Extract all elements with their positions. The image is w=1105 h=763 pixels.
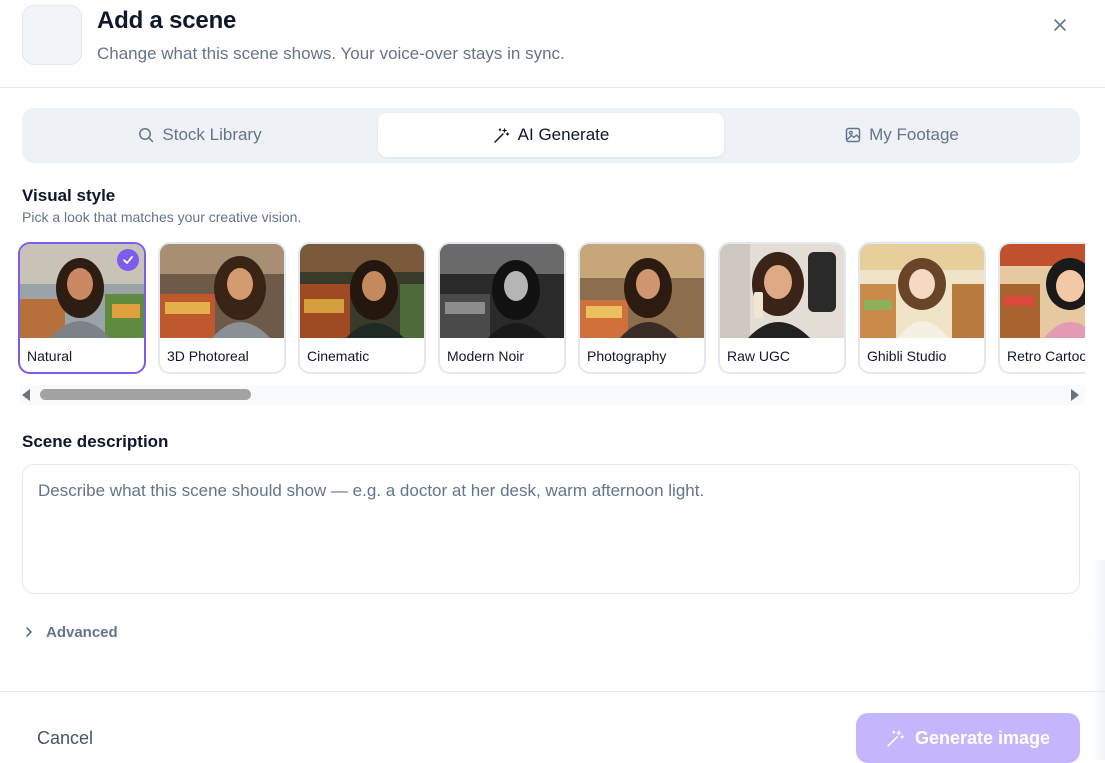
style-card-3d-photoreal[interactable]: 3D Photoreal — [158, 242, 286, 374]
scene-description-field — [22, 464, 1080, 594]
image-icon — [845, 127, 861, 143]
style-card-ghibli-studio[interactable]: Ghibli Studio — [858, 242, 986, 374]
style-card-modern-noir[interactable]: Modern Noir — [438, 242, 566, 374]
style-thumbnail-3d-photoreal — [160, 244, 284, 338]
scroll-right-arrow-icon[interactable] — [1071, 389, 1079, 401]
tab-label: AI Generate — [517, 125, 610, 144]
style-label: Natural — [27, 348, 73, 364]
scene-description-heading: Scene description — [22, 432, 169, 451]
magic-wand-icon — [493, 127, 509, 143]
generate-image-button[interactable]: Generate image — [856, 713, 1080, 763]
tab-label: My Footage — [869, 125, 959, 144]
advanced-toggle[interactable]: Advanced — [24, 622, 118, 642]
dialog-footer: Cancel Generate image — [0, 691, 1105, 763]
close-button[interactable] — [1046, 11, 1074, 39]
dialog-header: Add a scene Change what this scene shows… — [0, 0, 1105, 88]
edge-shadow — [1092, 560, 1105, 760]
style-label: Photography — [587, 348, 667, 364]
style-card-photography[interactable]: Photography — [578, 242, 706, 374]
advanced-label: Advanced — [46, 623, 118, 641]
tab-my-footage[interactable]: My Footage — [729, 113, 1075, 157]
style-label: 3D Photoreal — [167, 348, 249, 364]
carousel-scrollbar[interactable] — [20, 385, 1085, 405]
style-card-natural[interactable]: Natural — [18, 242, 146, 374]
style-label: Cinematic — [307, 348, 370, 364]
visual-style-heading: Visual style — [22, 186, 116, 205]
scroll-left-arrow-icon[interactable] — [22, 389, 30, 401]
style-thumbnail-modern-noir — [440, 244, 564, 338]
style-thumbnail-retro-cartoon — [1000, 244, 1085, 338]
generate-image-label: Generate image — [914, 727, 1051, 748]
magic-wand-icon — [887, 730, 904, 747]
style-label: Modern Noir — [447, 348, 525, 364]
style-label: Retro Cartoon — [1007, 348, 1085, 364]
style-thumbnail-photography — [580, 244, 704, 338]
style-label: Raw UGC — [727, 348, 791, 364]
tab-stock-library[interactable]: Stock Library — [27, 113, 373, 157]
style-card-raw-ugc[interactable]: Raw UGC — [718, 242, 846, 374]
scene-description-input[interactable] — [23, 465, 1079, 593]
tab-label: Stock Library — [162, 125, 262, 144]
tab-ai-generate[interactable]: AI Generate — [378, 113, 724, 157]
style-label: Ghibli Studio — [867, 348, 947, 364]
selected-check-icon — [117, 249, 139, 271]
scene-thumbnail-placeholder — [22, 5, 82, 65]
style-card-cinematic[interactable]: Cinematic — [298, 242, 426, 374]
dialog-title: Add a scene — [97, 7, 237, 34]
close-icon — [1054, 19, 1066, 31]
chevron-right-icon — [26, 627, 32, 637]
search-icon — [139, 128, 154, 143]
style-thumbnail-cinematic — [300, 244, 424, 338]
style-card-retro-cartoon[interactable]: Retro Cartoon — [998, 242, 1085, 374]
visual-style-hint: Pick a look that matches your creative v… — [22, 209, 302, 225]
style-thumbnail-raw-ugc — [720, 244, 844, 338]
source-tabs: Stock Library AI Generate My Footage — [22, 108, 1080, 163]
scrollbar-thumb[interactable] — [40, 389, 251, 400]
dialog-subtitle: Change what this scene shows. Your voice… — [97, 44, 565, 63]
cancel-button[interactable]: Cancel — [37, 728, 93, 749]
visual-style-carousel: Natural 3D Photoreal Cinematic Modern No… — [18, 241, 1085, 377]
style-thumbnail-ghibli-studio — [860, 244, 984, 338]
